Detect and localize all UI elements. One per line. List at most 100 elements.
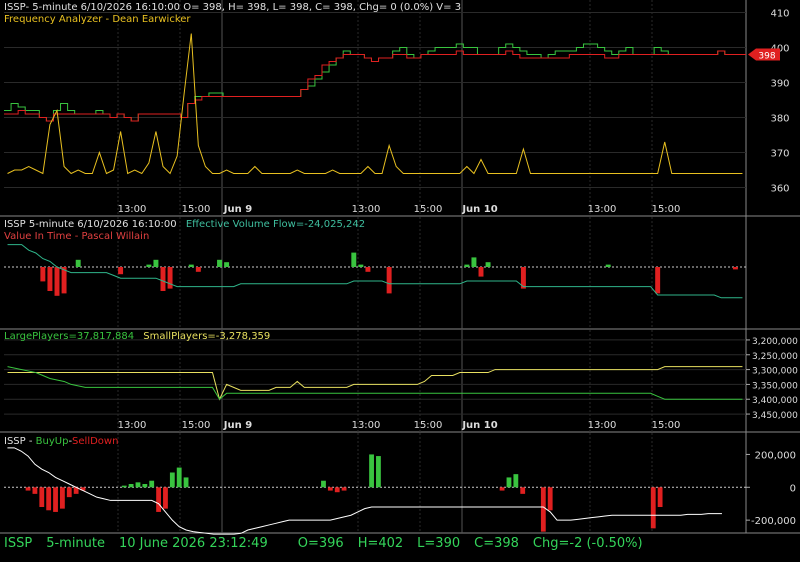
- status-bar: ISSP 5-minute 10 June 2026 23:12:49 O=396 H=…: [4, 536, 657, 551]
- status-datetime: 10 June 2026 23:12:49: [119, 536, 268, 551]
- volume-bar: [118, 267, 124, 275]
- buyup-selldown-bar: [59, 487, 65, 509]
- buyup-selldown-bar: [506, 477, 512, 488]
- small-players-label: SmallPlayers=-3,278,359: [143, 331, 271, 342]
- buyup-selldown-bar: [149, 480, 155, 488]
- status-change: Chg=-2 (-0.50%): [532, 536, 643, 551]
- buyup-selldown-bar: [499, 487, 505, 491]
- buyup-selldown-bar: [169, 472, 175, 488]
- large-players-label: LargePlayers=37,817,884: [4, 331, 135, 342]
- volume-bar: [732, 267, 738, 270]
- volume-bar: [478, 267, 484, 277]
- volume-bar: [160, 267, 166, 291]
- buyup-selldown-bar: [650, 487, 656, 529]
- volume-bar: [188, 264, 194, 267]
- buyup-selldown-bar: [32, 487, 38, 494]
- buyup-selldown-bar: [321, 480, 326, 488]
- y-tick-label: 380: [770, 114, 789, 125]
- volume-bar: [471, 257, 477, 267]
- x-tick-label: 13:00: [118, 420, 147, 431]
- x-tick-label: 15:00: [182, 204, 211, 215]
- x-tick-label: Jun 9: [223, 420, 252, 431]
- buyup-selldown-bar: [327, 487, 333, 491]
- status-open: O=396: [297, 536, 344, 551]
- buyup-selldown-bar: [183, 477, 189, 488]
- chart-window: { "chart_data": [ { "type": "line", "pan…: [0, 0, 800, 562]
- volume-bar: [153, 259, 159, 267]
- buyup-selldown-bar: [53, 487, 58, 512]
- buyup-selldown-bar: [46, 487, 52, 511]
- buyup-selldown-bar: [128, 484, 134, 488]
- status-high: H=402: [357, 536, 404, 551]
- volume-bar: [464, 264, 470, 267]
- x-tick-label: Jun 9: [223, 204, 252, 215]
- buyup-selldown-bar: [376, 456, 381, 488]
- y-tick-label: -200,000: [751, 516, 796, 527]
- selldown-label: SellDown: [72, 436, 119, 447]
- price-panel-title: ISSP- 5-minute 6/10/2026 16:10:00 O= 398…: [4, 2, 462, 13]
- x-tick-label: 13:00: [588, 204, 617, 215]
- y-tick-label: 360: [770, 184, 789, 195]
- y-tick-label: 410: [770, 9, 789, 20]
- x-tick-label: 15:00: [652, 204, 681, 215]
- x-tick-label: 13:00: [352, 204, 381, 215]
- volume-bar: [655, 267, 661, 294]
- chart-canvas: 13:00 15:00 Jun 9 13:00 15:00 Jun 10 13:00 15:0…: [0, 0, 800, 535]
- buyup-label: BuyUp: [35, 436, 69, 447]
- x-tick-label: 13:00: [118, 204, 147, 215]
- buyup-selldown-bar: [142, 484, 148, 488]
- buyup-selldown-bar: [66, 487, 72, 498]
- buyup-selldown-bar: [176, 467, 182, 488]
- volume-bar: [224, 262, 230, 267]
- buyup-selldown-bar: [163, 487, 168, 509]
- y-tick-label: 3,300,000: [752, 367, 798, 377]
- volume-bar: [485, 262, 491, 267]
- buyup-selldown-bar: [540, 487, 546, 532]
- x-tick-label: Jun 10: [461, 204, 497, 215]
- x-tick-label: 15:00: [414, 420, 443, 431]
- volume-panel-header: ISSP 5-minute 6/10/2026 16:10:00 Effecti…: [4, 219, 365, 231]
- x-tick-label: 15:00: [652, 420, 681, 431]
- y-tick-label: 200,000: [755, 450, 796, 461]
- volume-bar: [167, 267, 173, 289]
- players-panel-header: LargePlayers=37,817,884 SmallPlayers=-3,…: [4, 331, 270, 343]
- buyup-selldown-bar: [513, 474, 519, 488]
- volume-panel-title: ISSP 5-minute 6/10/2026 16:10:00: [4, 219, 177, 230]
- status-close: C=398: [474, 536, 519, 551]
- price-tag-label: 398: [758, 52, 775, 62]
- status-symbol: ISSP: [4, 536, 33, 551]
- x-tick-label: 15:00: [182, 420, 211, 431]
- buyup-selldown-bar: [135, 482, 141, 488]
- volume-flow-label: Effective Volume Flow=-24,025,242: [185, 219, 366, 230]
- volume-bar: [54, 267, 60, 296]
- buyup-selldown-bar: [369, 454, 374, 488]
- y-tick-label: 3,200,000: [752, 337, 798, 347]
- volume-bar: [75, 259, 81, 267]
- y-tick-label: 3,450,000: [752, 411, 798, 421]
- buyup-selldown-bar: [547, 487, 553, 511]
- buyup-selldown-bar: [520, 487, 526, 494]
- buyup-selldown-bar: [334, 487, 340, 493]
- y-tick-label: 3,350,000: [752, 381, 798, 391]
- status-low: L=390: [417, 536, 461, 551]
- buyup-selldown-bar: [156, 487, 161, 512]
- price-panel-subtitle: Frequency Analyzer - Dean Earwicker: [4, 14, 191, 25]
- buyup-selldown-bar: [39, 487, 45, 507]
- volume-bar: [605, 264, 611, 267]
- buyup-cumulative-line: [7, 447, 722, 535]
- volume-bar: [195, 267, 201, 272]
- buyup-selldown-bar: [25, 487, 31, 491]
- x-tick-label: 13:00: [588, 420, 617, 431]
- status-interval: 5-minute: [46, 536, 105, 551]
- y-tick-label: 3,400,000: [752, 396, 798, 406]
- price-series-line: [4, 50, 746, 122]
- buyup-panel-symbol: ISSP -: [4, 436, 36, 447]
- x-tick-label: 13:00: [352, 420, 381, 431]
- volume-bar: [40, 267, 46, 282]
- volume-bar: [351, 252, 357, 267]
- volume-bar: [358, 264, 364, 267]
- buyup-selldown-bar: [657, 487, 663, 507]
- value-in-time-label: Value In Time - Pascal Willain: [4, 231, 150, 242]
- buyup-panel-header: ISSP - BuyUp-SellDown: [4, 436, 118, 448]
- volume-bar: [146, 264, 152, 267]
